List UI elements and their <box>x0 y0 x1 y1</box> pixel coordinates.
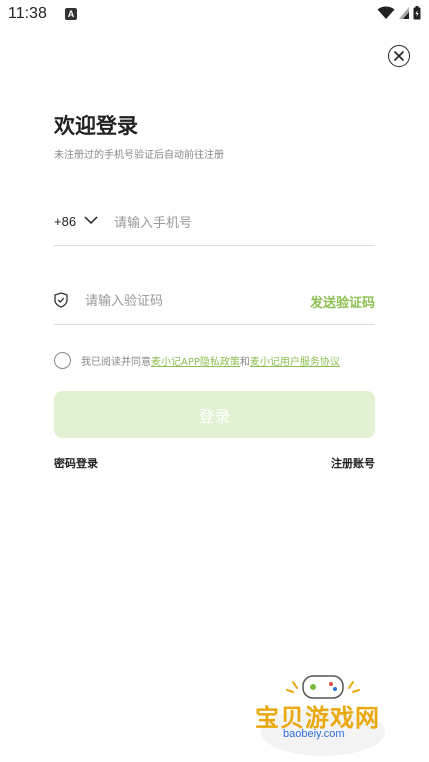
notification-icon: A <box>65 8 77 20</box>
wifi-icon <box>377 6 395 19</box>
phone-row: +86 <box>54 205 375 246</box>
status-bar: 11:38 A <box>0 0 429 30</box>
code-row: 发送验证码 <box>54 283 375 325</box>
status-time: 11:38 <box>8 5 47 22</box>
agreement-text: 我已阅读并同意麦小记APP隐私政策和麦小记用户服务协议 <box>81 353 340 368</box>
shield-icon <box>54 292 68 308</box>
close-button[interactable] <box>388 45 410 67</box>
watermark-url: baobeiy.com <box>283 728 345 740</box>
phone-input[interactable] <box>114 211 364 235</box>
agreement-checkbox[interactable] <box>54 351 71 369</box>
agreement-prefix: 我已阅读并同意 <box>81 356 151 368</box>
watermark-logo: 宝贝游戏网 baobeiy.com <box>253 670 393 758</box>
send-code-button[interactable]: 发送验证码 <box>310 292 375 311</box>
chevron-down-icon[interactable] <box>84 215 98 225</box>
login-button[interactable]: 登录 <box>54 391 375 438</box>
password-login-link[interactable]: 密码登录 <box>54 455 98 471</box>
agreement-and: 和 <box>239 356 250 368</box>
agreement-row: 我已阅读并同意麦小记APP隐私政策和麦小记用户服务协议 <box>54 350 340 370</box>
service-agreement-link[interactable]: 麦小记用户服务协议 <box>250 357 340 368</box>
status-icons <box>377 6 421 20</box>
page-title: 欢迎登录 <box>54 114 138 138</box>
battery-icon <box>413 6 421 20</box>
page-subtitle: 未注册过的手机号验证后自动前往注册 <box>54 150 224 161</box>
signal-icon <box>399 7 409 19</box>
register-link[interactable]: 注册账号 <box>331 455 375 471</box>
verification-code-input[interactable] <box>85 289 275 313</box>
country-code[interactable]: +86 <box>54 214 76 229</box>
close-icon <box>394 51 404 61</box>
privacy-policy-link[interactable]: 麦小记APP隐私政策 <box>151 357 240 368</box>
